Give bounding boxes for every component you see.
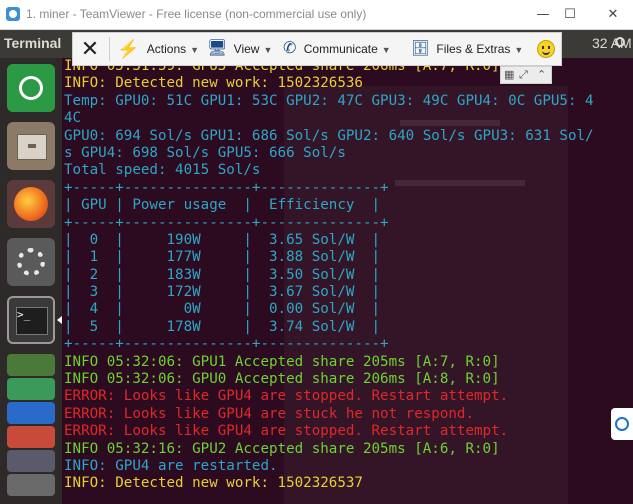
- terminal-line: | 1 | 177W | 3.88 Sol/W |: [64, 249, 381, 266]
- communicate-label: Communicate: [303, 42, 378, 56]
- view-label: View: [233, 42, 260, 56]
- teamviewer-icon[interactable]: [7, 402, 55, 424]
- power-icon[interactable]: [615, 37, 625, 47]
- terminal-output[interactable]: INFO 05:31:59: GPU3 Accepted share 206ms…: [64, 58, 633, 504]
- close-icon[interactable]: ✕: [595, 3, 631, 27]
- monitor-icon: 🖥: [207, 40, 228, 57]
- files-icon[interactable]: [7, 122, 55, 170]
- maximize-icon[interactable]: ☐: [552, 3, 588, 27]
- terminal-glyph: >_: [16, 307, 48, 335]
- chevron-down-icon: ▼: [263, 45, 273, 55]
- files-extras-label: Files & Extras: [436, 42, 511, 56]
- terminal-line: +-----+---------------+--------------+: [64, 336, 389, 353]
- system-monitor-icon[interactable]: [7, 450, 55, 472]
- terminal-line: | 4 | 0W | 0.00 Sol/W |: [64, 301, 381, 318]
- trash-icon[interactable]: [7, 474, 55, 496]
- lightning-icon: ⚡: [117, 39, 140, 59]
- nvidia-icon[interactable]: [7, 378, 55, 400]
- system-settings-icon[interactable]: [7, 238, 55, 286]
- active-app-name: Terminal: [4, 35, 62, 51]
- grid-icon[interactable]: ▦: [504, 68, 514, 81]
- terminal-line: | 5 | 178W | 3.74 Sol/W |: [64, 318, 381, 335]
- chevron-up-icon[interactable]: ⌃: [537, 68, 546, 81]
- terminal-line: +-----+---------------+--------------+: [64, 179, 389, 196]
- ubuntu-dash-icon[interactable]: [7, 64, 55, 112]
- terminal-icon[interactable]: >_: [7, 296, 55, 344]
- terminal-line: INFO: GPU4 are restarted.: [64, 457, 278, 474]
- fullscreen-icon[interactable]: ⤢: [519, 68, 528, 82]
- phone-icon: ✆: [283, 40, 297, 57]
- terminal-line: +-----+---------------+--------------+: [64, 214, 389, 231]
- firefox-icon[interactable]: [7, 180, 55, 228]
- terminal-line: ERROR: Looks like GPU4 are stopped. Rest…: [64, 388, 509, 405]
- communicate-menu[interactable]: ✆ Communicate ▼: [283, 33, 391, 65]
- terminal-line: | 3 | 172W | 3.67 Sol/W |: [64, 284, 381, 301]
- disk-usage-icon[interactable]: [7, 426, 55, 448]
- terminal-line: INFO 05:32:16: GPU2 Accepted share 205ms…: [64, 440, 500, 457]
- actions-menu[interactable]: ⚡ Actions ▼: [117, 33, 199, 65]
- chevron-down-icon: ▼: [190, 45, 200, 55]
- unity-launcher: >_: [0, 58, 62, 504]
- terminal-line: | 0 | 190W | 3.65 Sol/W |: [64, 231, 381, 248]
- terminal-line: ERROR: Looks like GPU4 are stopped. Rest…: [64, 423, 509, 440]
- actions-label: Actions: [146, 42, 187, 56]
- window-title: 1. miner - TeamViewer - Free license (no…: [26, 7, 367, 21]
- folder-icon: 🗄: [411, 40, 431, 57]
- teamviewer-toolbar: ✕ ⚡ Actions ▼ 🖥 View ▼ ✆ Communicate ▼ 🗄 Fi…: [72, 32, 562, 66]
- toolbar-mini-controls: ▦ ⤢ ⌃: [500, 66, 552, 84]
- terminal-line: | GPU | Power usage | Efficiency |: [64, 197, 381, 214]
- terminal-line: 4C: [64, 110, 82, 127]
- terminal-line: Total speed: 4015 Sol/s: [64, 162, 261, 179]
- terminal-line: | 2 | 183W | 3.50 Sol/W |: [64, 266, 381, 283]
- terminal-line: INFO 05:32:06: GPU1 Accepted share 205ms…: [64, 353, 500, 370]
- terminal-line: s GPU4: 698 Sol/s GPU5: 666 Sol/s: [64, 144, 346, 161]
- terminal-line: ERROR: Looks like GPU4 are stuck he not …: [64, 405, 474, 422]
- window-title-bar: 1. miner - TeamViewer - Free license (no…: [0, 0, 633, 30]
- chevron-down-icon: ▼: [381, 45, 391, 55]
- terminal-line: INFO 05:32:06: GPU0 Accepted share 206ms…: [64, 371, 500, 388]
- feedback-smiley-icon[interactable]: [537, 40, 555, 58]
- terminal-line: INFO: Detected new work: 1502326537: [64, 475, 363, 492]
- terminal-line: Temp: GPU0: 51C GPU1: 53C GPU2: 47C GPU3…: [64, 92, 594, 109]
- files-extras-menu[interactable]: 🗄 Files & Extras ▼: [411, 33, 523, 65]
- chevron-down-icon: ▼: [514, 45, 524, 55]
- clock[interactable]: 32 AM: [592, 35, 632, 51]
- download-icon[interactable]: [7, 354, 55, 376]
- teamviewer-app-icon: [6, 7, 20, 21]
- teamviewer-side-tab-icon[interactable]: [611, 408, 633, 440]
- terminal-line: GPU0: 694 Sol/s GPU1: 686 Sol/s GPU2: 64…: [64, 127, 594, 144]
- toolbar-divider: [109, 37, 110, 61]
- view-menu[interactable]: 🖥 View ▼: [207, 33, 272, 65]
- tv-close-button[interactable]: ✕: [79, 38, 101, 60]
